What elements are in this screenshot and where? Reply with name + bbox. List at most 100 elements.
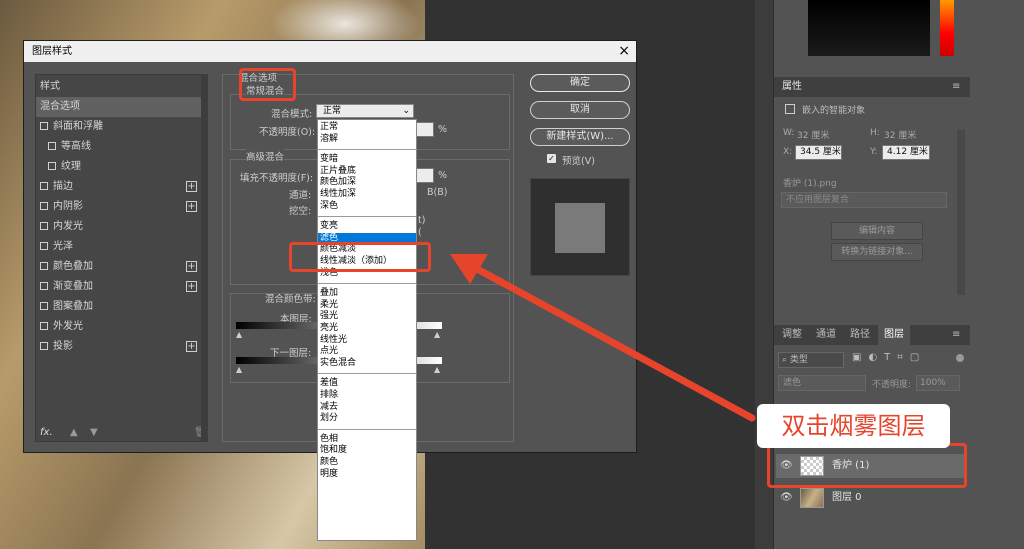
move-down-icon[interactable]: ▼	[90, 427, 98, 438]
annotation-box-layer	[767, 443, 967, 488]
blend-mode-option[interactable]: 亮光	[318, 323, 416, 335]
styles-header[interactable]: 样式	[36, 77, 207, 97]
panel-menu-icon[interactable]: ≡	[952, 77, 960, 97]
add-icon[interactable]: +	[186, 201, 197, 212]
blend-mode-option[interactable]: 叠加	[318, 288, 416, 300]
properties-scrollbar[interactable]	[957, 130, 965, 295]
blend-mode-option[interactable]: 溶解	[318, 134, 416, 146]
style-item[interactable]: 投影 +	[36, 337, 207, 357]
style-checkbox[interactable]	[40, 222, 48, 230]
blend-mode-option[interactable]: 强光	[318, 311, 416, 323]
style-checkbox[interactable]	[40, 202, 48, 210]
channel-b-checkbox[interactable]: B(B)	[427, 187, 447, 198]
style-item[interactable]: 外发光	[36, 317, 207, 337]
style-checkbox[interactable]	[40, 282, 48, 290]
layer-opacity-input[interactable]: 100%	[916, 375, 960, 391]
add-icon[interactable]: +	[186, 341, 197, 352]
style-item[interactable]: 内发光	[36, 217, 207, 237]
adv-option-mark-2[interactable]: (	[418, 227, 422, 238]
new-style-button[interactable]: 新建样式(W)...	[530, 128, 630, 146]
add-icon[interactable]: +	[186, 181, 197, 192]
properties-panel-title[interactable]: 属性	[774, 77, 970, 97]
layer-row[interactable]: 👁 图层 0	[776, 486, 966, 510]
style-item[interactable]: 颜色叠加 +	[36, 257, 207, 277]
move-up-icon[interactable]: ▲	[70, 427, 78, 438]
blend-mode-select[interactable]: 正常 ⌄	[316, 104, 414, 118]
close-icon[interactable]: ×	[618, 41, 630, 62]
tab-channels[interactable]: 通道	[810, 325, 842, 345]
preview-checkbox[interactable]: ✓	[547, 154, 556, 163]
color-picker-field[interactable]	[808, 0, 930, 56]
blend-mode-option[interactable]: 柔光	[318, 300, 416, 312]
this-layer-black-handle[interactable]: ▲	[236, 330, 242, 339]
opacity-input[interactable]	[416, 122, 434, 137]
underlying-black-handle[interactable]: ▲	[236, 365, 242, 374]
blend-mode-option[interactable]: 变亮	[318, 221, 416, 233]
filter-toggle-icon[interactable]	[956, 354, 964, 362]
blend-mode-option[interactable]: 实色混合	[318, 358, 416, 370]
fill-opacity-input[interactable]	[416, 168, 434, 183]
chevron-down-icon: ⌄	[402, 106, 410, 116]
tab-paths[interactable]: 路径	[844, 325, 876, 345]
h-value[interactable]: 32 厘米	[884, 128, 916, 141]
style-checkbox[interactable]	[40, 322, 48, 330]
y-input[interactable]: 4.12 厘米	[882, 145, 930, 160]
blend-mode-option[interactable]: 线性加深	[318, 189, 416, 201]
style-item[interactable]: 等高线	[36, 137, 207, 157]
x-input[interactable]: 34.5 厘米	[795, 145, 842, 160]
blend-mode-option[interactable]: 正片叠底	[318, 166, 416, 178]
blend-mode-option[interactable]: 差值	[318, 378, 416, 390]
edit-contents-button[interactable]: 编辑内容	[831, 222, 923, 240]
blend-mode-option[interactable]: 饱和度	[318, 445, 416, 457]
add-icon[interactable]: +	[186, 261, 197, 272]
blend-mode-option[interactable]: 划分	[318, 413, 416, 425]
eye-icon[interactable]: 👁	[780, 486, 793, 510]
blend-mode-option[interactable]: 颜色加深	[318, 177, 416, 189]
blend-mode-option[interactable]: 点光	[318, 346, 416, 358]
add-icon[interactable]: +	[186, 281, 197, 292]
layer-filter-select[interactable]: ⌕ 类型	[778, 352, 844, 368]
blend-mode-option[interactable]: 明度	[318, 469, 416, 481]
dialog-titlebar[interactable]: 图层样式 ×	[24, 41, 636, 62]
blend-mode-option[interactable]: 色相	[318, 434, 416, 446]
blend-mode-option[interactable]: 排除	[318, 390, 416, 402]
style-checkbox[interactable]	[40, 262, 48, 270]
color-hue-slider[interactable]	[940, 0, 954, 56]
style-item[interactable]: 斜面和浮雕	[36, 117, 207, 137]
blend-mode-option[interactable]: 正常	[318, 122, 416, 134]
blend-mode-option[interactable]: 减去	[318, 402, 416, 414]
style-item[interactable]: 光泽	[36, 237, 207, 257]
style-item[interactable]: 图案叠加	[36, 297, 207, 317]
layer-blend-select[interactable]: 滤色	[778, 375, 866, 391]
style-checkbox[interactable]	[40, 242, 48, 250]
layer-name[interactable]: 图层 0	[832, 486, 862, 510]
style-checkbox[interactable]	[40, 302, 48, 310]
style-checkbox[interactable]	[40, 342, 48, 350]
styles-scrollbar[interactable]	[201, 74, 208, 442]
blend-mode-option[interactable]: 深色	[318, 201, 416, 213]
style-checkbox[interactable]	[40, 182, 48, 190]
layer-filter-icons[interactable]: ▣◐T⌗▢	[852, 352, 926, 363]
layer-comp-select[interactable]: 不应用图层复合	[781, 192, 947, 208]
w-value[interactable]: 32 厘米	[797, 128, 829, 141]
layers-menu-icon[interactable]: ≡	[952, 325, 960, 345]
style-checkbox[interactable]	[40, 122, 48, 130]
style-item[interactable]: 混合选项	[36, 97, 207, 117]
style-item[interactable]: 内阴影 +	[36, 197, 207, 217]
tab-layers[interactable]: 图层	[878, 325, 910, 345]
style-item[interactable]: 纹理	[36, 157, 207, 177]
blend-mode-option[interactable]: 线性光	[318, 335, 416, 347]
convert-link-button[interactable]: 转换为链接对象...	[831, 243, 923, 261]
tab-adjustments[interactable]: 调整	[776, 325, 808, 345]
style-checkbox[interactable]	[48, 162, 56, 170]
style-item[interactable]: 渐变叠加 +	[36, 277, 207, 297]
fx-icon[interactable]: fx.	[40, 427, 53, 438]
style-checkbox[interactable]	[48, 142, 56, 150]
style-item[interactable]: 描边 +	[36, 177, 207, 197]
blend-mode-option[interactable]: 变暗	[318, 154, 416, 166]
cancel-button[interactable]: 取消	[530, 101, 630, 119]
ok-button[interactable]: 确定	[530, 74, 630, 92]
dropdown-separator	[318, 149, 416, 151]
adv-option-mark-1[interactable]: t)	[418, 215, 425, 226]
blend-mode-option[interactable]: 颜色	[318, 457, 416, 469]
